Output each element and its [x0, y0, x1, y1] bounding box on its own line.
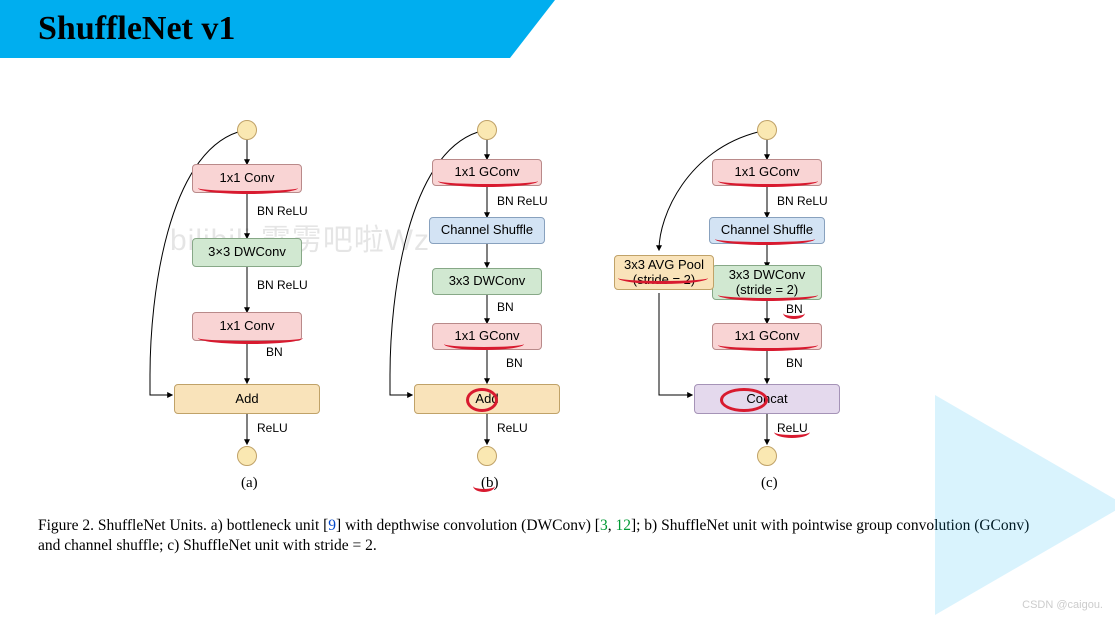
- ref-link: 3: [600, 517, 608, 534]
- label-bn: BN: [786, 356, 803, 370]
- label-bn-relu: BN ReLU: [257, 204, 308, 218]
- box-channel-shuffle: Channel Shuffle: [429, 217, 545, 244]
- input-node-b: [477, 120, 497, 140]
- subfig-label-a: (a): [241, 475, 258, 492]
- box-add: Add: [174, 384, 320, 414]
- box-avg-pool: 3x3 AVG Pool (stride = 2): [614, 255, 714, 290]
- input-node-a: [237, 120, 257, 140]
- label-bn: BN: [266, 345, 283, 359]
- label-bn-relu: BN ReLU: [257, 278, 308, 292]
- box-1x1-conv: 1x1 Conv: [192, 312, 302, 341]
- label-relu: ReLU: [257, 421, 288, 435]
- header-bar: ShuffleNet v1: [0, 0, 510, 58]
- output-node-b: [477, 446, 497, 466]
- caption-text: Figure 2. ShuffleNet Units. a) bottlenec…: [38, 517, 328, 534]
- credit-text: CSDN @caigou.: [1022, 599, 1103, 611]
- ref-link: 12: [615, 517, 631, 534]
- decorative-chevron: [935, 395, 1115, 615]
- subfig-label-c: (c): [761, 475, 778, 492]
- label-relu: ReLU: [497, 421, 528, 435]
- figure-caption: Figure 2. ShuffleNet Units. a) bottlenec…: [38, 516, 1055, 557]
- caption-text: ] with depthwise convolution (DWConv) [: [336, 517, 600, 534]
- label-bn-relu: BN ReLU: [777, 194, 828, 208]
- box-3x3-dwconv: 3x3 DWConv: [432, 268, 542, 295]
- label-bn-relu: BN ReLU: [497, 194, 548, 208]
- annotation-circle: [466, 388, 498, 412]
- label-bn: BN: [506, 356, 523, 370]
- output-node-c: [757, 446, 777, 466]
- input-node-c: [757, 120, 777, 140]
- annotation-circle: [720, 388, 768, 412]
- box-3x3-dwconv: 3×3 DWConv: [192, 238, 302, 267]
- page-title: ShuffleNet v1: [0, 0, 510, 48]
- output-node-a: [237, 446, 257, 466]
- ref-link: 9: [328, 517, 336, 534]
- label-bn: BN: [497, 300, 514, 314]
